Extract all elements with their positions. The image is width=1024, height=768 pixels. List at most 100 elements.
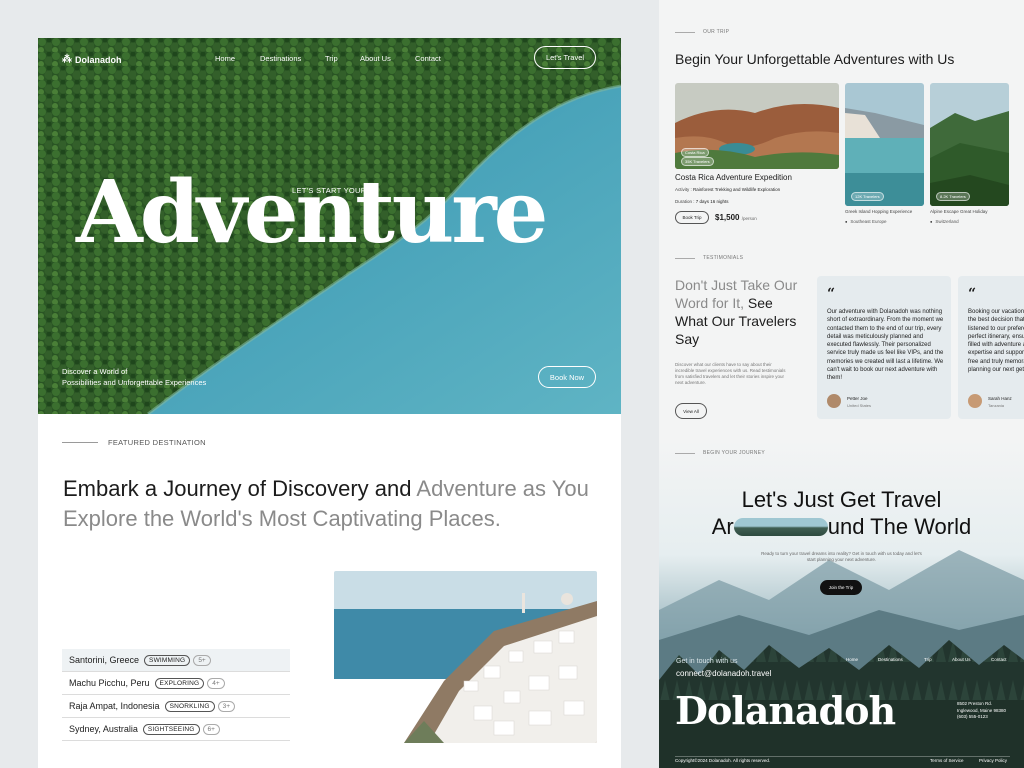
travelers-badge: 35K Travelers	[681, 157, 714, 166]
section-divider	[675, 258, 695, 259]
hero-description-line-1: Discover a World of	[62, 367, 128, 376]
reviewer-location: United States	[847, 403, 872, 408]
count-badge: 4+	[207, 677, 225, 689]
testimonial-card: “ Our adventure with Dolanadoh was nothi…	[817, 276, 951, 419]
trip-title: Greek Island Hopping Experience	[845, 209, 913, 214]
trip-price: $1,500 /person	[715, 213, 757, 222]
destination-name: Sydney, Australia	[69, 724, 138, 734]
phone-number: (603) 555-0123	[957, 714, 988, 719]
journey-footer-section: BEGIN YOUR JOURNEY Let's Just Get Travel…	[659, 440, 1024, 768]
footer-touch-label: Get in touch with us	[676, 658, 738, 665]
travelers-badge: 12K Travelers	[851, 192, 884, 201]
book-trip-button[interactable]: Book Trip	[675, 211, 709, 224]
footer-email-link[interactable]: connect@dolanadoh.travel	[676, 669, 771, 678]
footer-brand: Dolanadoh	[675, 688, 896, 733]
section-divider	[62, 442, 98, 443]
quote-icon: “	[968, 286, 977, 302]
nav-destinations[interactable]: Destinations	[260, 54, 301, 63]
nav-trip[interactable]: Trip	[325, 54, 338, 63]
reviewer-name: Sarah Hanz	[988, 396, 1012, 401]
footer-nav-destinations[interactable]: Destinations	[878, 657, 903, 662]
section-divider	[675, 453, 695, 454]
hero-description: Discover a World of Possibilities and Un…	[62, 366, 262, 388]
inline-landscape-image	[733, 518, 828, 536]
santorini-image	[334, 571, 597, 743]
footer-address: 8502 Preston Rd. Inglewood, Maine 98380 …	[957, 701, 1006, 721]
reviewer-location: Tanzania	[988, 403, 1005, 408]
featured-heading: Embark a Journey of Discovery and Advent…	[63, 474, 603, 534]
nav-contact[interactable]: Contact	[415, 54, 441, 63]
journey-title: Let's Just Get Travel Ar und The World	[659, 486, 1024, 540]
card-badge: Costa Rica	[681, 148, 709, 157]
price-value: $1,500	[715, 213, 740, 222]
join-trip-button[interactable]: Join the Trip	[820, 580, 862, 595]
journey-title-line-1: Let's Just Get Travel	[741, 487, 942, 512]
destination-name: Santorini, Greece	[69, 655, 140, 665]
travelers-badge: 8.2K Travelers	[936, 192, 970, 201]
journey-title-start: Ar	[711, 514, 734, 539]
activity-tag: SWIMMING	[144, 654, 191, 666]
testimonial-text: Our adventure with Dolanadoh was nothing…	[827, 309, 944, 382]
brand-name: Dolanadoh	[75, 54, 122, 65]
view-all-button[interactable]: View All	[675, 403, 707, 419]
destination-row[interactable]: Raja Ampat, Indonesia SNORKLING 3+	[62, 695, 290, 718]
trip-location: Southeast Europe	[845, 219, 886, 224]
book-now-button[interactable]: Book Now	[538, 366, 596, 388]
testimonials-label: TESTIMONIALS	[703, 255, 744, 261]
lets-travel-button[interactable]: Let's Travel	[534, 46, 596, 69]
brand-logo[interactable]: ⁂ Dolanadoh	[62, 54, 122, 65]
section-divider	[675, 32, 695, 33]
nav-home[interactable]: Home	[215, 54, 235, 63]
trip-title: Alpine Escape Great Holiday	[930, 209, 988, 214]
nav-about-us[interactable]: About Us	[360, 54, 391, 63]
testimonials-description: Discover what our clients have to say ab…	[675, 362, 786, 385]
hero-title: Adventure	[76, 162, 548, 263]
destination-name: Raja Ampat, Indonesia	[69, 701, 160, 711]
alpine-image[interactable]	[930, 83, 1009, 206]
journey-title-line-2: Ar und The World	[659, 513, 1024, 540]
activity-label: Activity :	[675, 187, 692, 192]
destination-row[interactable]: Santorini, Greece SWIMMING 5+	[62, 649, 290, 672]
testimonial-card: “ Booking our vacation with Dolanadoh wa…	[958, 276, 1024, 419]
footer-nav-home[interactable]: Home	[846, 657, 858, 662]
destination-row[interactable]: Sydney, Australia SIGHTSEEING 6+	[62, 718, 290, 741]
trip-title: Costa Rica Adventure Expedition	[675, 173, 792, 182]
avatar	[827, 394, 841, 408]
hero-section: ⁂ Dolanadoh Home Destinations Trip About…	[38, 38, 621, 414]
footer-divider	[675, 756, 1010, 757]
footer-nav-about-us[interactable]: About Us	[952, 657, 971, 662]
trip-location: Switzerland	[930, 219, 958, 224]
footer-nav-trip[interactable]: Trip	[924, 657, 932, 662]
duration-value: 7 days 16 nights	[695, 199, 729, 204]
destination-row[interactable]: Machu Picchu, Peru EXPLORING 4+	[62, 672, 290, 695]
landing-page-main: ⁂ Dolanadoh Home Destinations Trip About…	[38, 38, 621, 768]
trip-duration: Duration : 7 days 16 nights	[675, 199, 729, 204]
trip-activity: Activity : Rainforest Trekking and Wildl…	[675, 187, 780, 192]
journey-title-end: und The World	[827, 514, 972, 539]
journey-label: BEGIN YOUR JOURNEY	[703, 450, 765, 456]
count-badge: 5+	[193, 654, 211, 666]
greek-island-image[interactable]	[845, 83, 924, 206]
journey-description: Ready to turn your travel dreams into re…	[761, 551, 922, 562]
duration-label: Duration :	[675, 199, 695, 204]
activity-value: Rainforest Trekking and Wildlife Explora…	[693, 187, 781, 192]
price-unit: /person	[741, 216, 757, 221]
featured-heading-dark: Embark a Journey of Discovery and	[63, 476, 412, 501]
activity-tag: EXPLORING	[154, 677, 205, 689]
footer-nav-contact[interactable]: Contact	[991, 657, 1007, 662]
top-navigation: ⁂ Dolanadoh Home Destinations Trip About…	[38, 38, 621, 78]
avatar	[968, 394, 982, 408]
testimonials-heading: Don't Just Take Our Word for It, See Wha…	[675, 276, 805, 348]
reviewer-name: Petter Joe	[847, 396, 868, 401]
our-trip-title: Begin Your Unforgettable Adventures with…	[675, 51, 955, 67]
privacy-link[interactable]: Privacy Policy	[979, 758, 1007, 763]
featured-destination-label: FEATURED DESTINATION	[108, 438, 206, 447]
hero-description-line-2: Possibilities and Unforgettable Experien…	[62, 378, 207, 387]
logo-icon: ⁂	[62, 54, 72, 65]
destination-list: Santorini, Greece SWIMMING 5+ Machu Picc…	[62, 649, 290, 741]
copyright: Copyright©2024 Dolanadoh. All rights res…	[675, 758, 771, 763]
count-badge: 3+	[217, 700, 236, 712]
activity-tag: SIGHTSEEING	[142, 723, 200, 735]
terms-link[interactable]: Terms of Service	[930, 758, 964, 763]
quote-icon: “	[827, 286, 836, 302]
